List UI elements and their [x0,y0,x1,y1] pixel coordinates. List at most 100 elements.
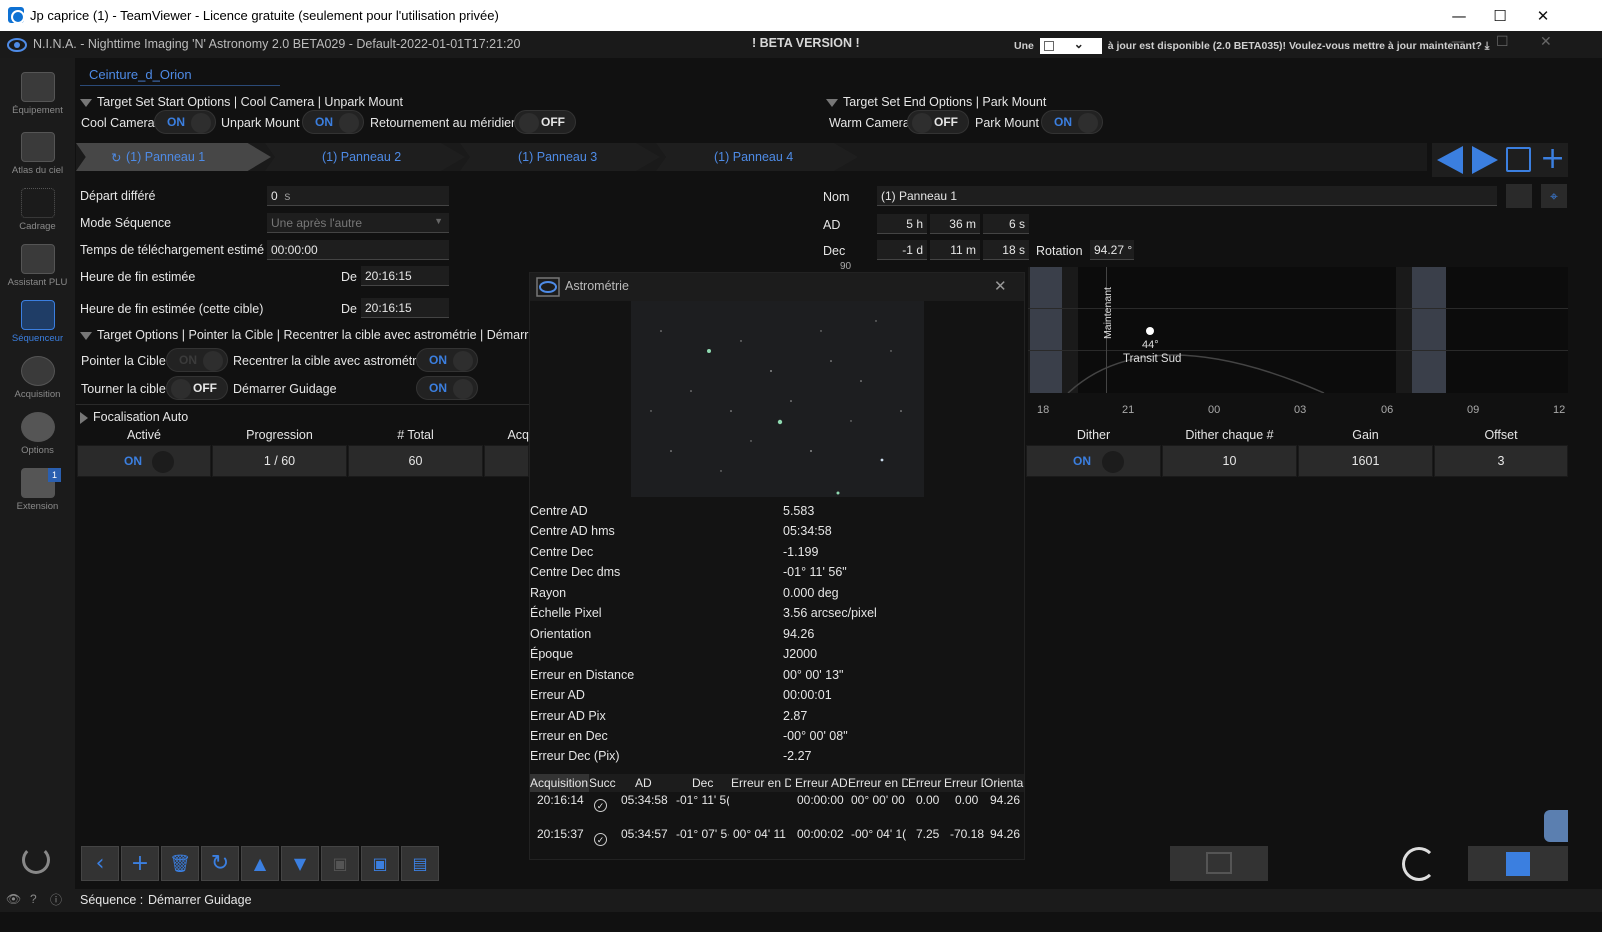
next-target-icon[interactable] [1472,146,1498,174]
park-mount-label: Park Mount [975,116,1039,130]
dec-degrees[interactable]: -1 d [877,240,927,260]
sequence-mode-value: Une après l'autre [271,216,363,230]
nav-options-label: Options [21,445,54,456]
chart-x-axis: 18 21 00 03 06 09 12 [1028,404,1568,418]
row-offset-cell[interactable]: 3 [1434,445,1568,477]
nav-equipment[interactable]: Équipement [0,72,75,116]
nav-extension[interactable]: Extension 1 [0,468,75,512]
grid-col-orientation[interactable]: Orienta [984,776,1024,790]
framing-icon [20,188,55,218]
app-close-button[interactable]: ✕ [1540,34,1552,50]
move-down-icon[interactable]: ▼ [281,846,319,881]
row-acq-cell[interactable] [484,445,529,477]
row-total-cell[interactable]: 60 [348,445,483,477]
update-notice-left: Une [1014,39,1034,52]
center-toggle[interactable]: ON [416,348,478,372]
row-active-cell[interactable]: ON [77,445,211,477]
stop-sequence-button[interactable] [1468,846,1568,881]
rotate-toggle[interactable]: OFF [166,376,228,400]
result-key: Échelle Pixel [530,606,602,620]
previous-target-icon[interactable] [1437,146,1463,174]
reset-icon[interactable]: ↻ [201,846,239,881]
row-dither-every-cell[interactable]: 10 [1162,445,1297,477]
dec-minutes[interactable]: 11 m [930,240,980,260]
nav-flat-wizard-label: Assistant PLU [7,277,68,288]
panel-tab-4[interactable]: (1) Panneau 4 [656,143,858,171]
grid-col-success[interactable]: Succ [589,776,616,790]
ra-hours[interactable]: 5 h [877,214,927,234]
update-notice[interactable]: Une ⌄ à jour est disponible (2.0 BETA035… [1014,37,1489,54]
start-options-header[interactable]: Target Set Start Options | Cool Camera |… [80,95,403,109]
app-maximize-button[interactable]: ☐ [1496,34,1509,50]
rotation-value: 94.27 [1094,243,1125,257]
save-target-icon[interactable] [1506,147,1531,172]
target-tab[interactable]: Ceinture_d_Orion [89,67,192,82]
expand-triangle-icon [80,411,88,424]
nav-framing[interactable]: Cadrage [0,188,75,232]
panel-tab-3[interactable]: (1) Panneau 3 [460,143,660,171]
unpark-mount-toggle-text: ON [315,115,333,129]
location-pin-icon[interactable]: ⌖ [1541,184,1567,208]
nav-imaging[interactable]: Acquisition [0,356,75,400]
grid-col-dec[interactable]: Dec [692,776,713,790]
teamviewer-overlay-icon[interactable]: ⌄ [1039,37,1102,54]
dec-seconds[interactable]: 18 s [983,240,1029,260]
dialog-close-button[interactable]: ✕ [994,277,1007,295]
nav-sky-atlas[interactable]: Atlas du ciel [0,132,75,176]
autofocus-header[interactable]: Focalisation Auto [80,410,188,424]
grid-col-dist-error[interactable]: Erreur en D [731,776,791,790]
add-button[interactable]: + [121,846,159,881]
nav-sequencer[interactable]: Séquenceur [0,300,75,344]
grid-col-ra-error[interactable]: Erreur AD [795,776,847,790]
delete-icon[interactable]: 🗑 [161,846,199,881]
history-row[interactable]: 20:15:37 ✓ 05:34:57 -01° 07' 5· 00° 04' … [530,827,1024,861]
save-as-icon[interactable]: ▣ [361,846,399,881]
warm-camera-toggle[interactable]: OFF [907,110,969,134]
save-icon[interactable]: ▣ [321,846,359,881]
ra-seconds[interactable]: 6 s [983,214,1029,234]
add-target-icon[interactable]: + [1540,141,1565,176]
target-name-input[interactable]: (1) Panneau 1 [877,186,1497,206]
nav-extension-label: Extension [16,501,59,512]
meridian-flip-toggle[interactable]: OFF [514,110,576,134]
grid-col-dec-error[interactable]: Erreur en D [848,776,908,790]
power-icon[interactable] [22,846,50,874]
slew-toggle[interactable]: ON [166,348,228,372]
window-maximize-button[interactable]: ☐ [1477,0,1523,31]
grid-col-ra-pix[interactable]: Erreur A [908,776,944,790]
guide-toggle[interactable]: ON [416,376,478,400]
rotation-input[interactable]: 94.27 ° [1090,240,1134,260]
target-search-icon[interactable] [1506,184,1532,208]
delay-label: Départ différé [80,189,156,203]
history-row[interactable]: 20:16:14 ✓ 05:34:58 -01° 11' 5( 00:00:00… [530,793,1024,827]
help-icon[interactable]: ? [30,892,37,906]
cool-camera-toggle[interactable]: ON [154,110,216,134]
download-time-input[interactable]: 00:00:00 [267,240,449,260]
panel-tab-2[interactable]: (1) Panneau 2 [265,143,465,171]
sequence-mode-select[interactable]: Une après l'autre ▼ [267,213,449,233]
info-icon[interactable]: ⓘ [50,891,62,908]
eye-icon[interactable]: 👁 [6,892,21,906]
grid-col-dec-pix[interactable]: Erreur D [944,776,984,790]
nav-options[interactable]: Options [0,412,75,456]
teamviewer-side-tab[interactable] [1544,810,1568,842]
app-minimize-button[interactable]: — [1451,34,1465,50]
window-minimize-button[interactable]: — [1436,0,1482,31]
window-close-button[interactable]: ✕ [1520,0,1566,31]
row-dither-cell[interactable]: ON [1026,445,1161,477]
target-options-header[interactable]: Target Options | Pointer la Cible | Rece… [80,328,529,342]
move-up-icon[interactable]: ▲ [241,846,279,881]
end-options-header[interactable]: Target Set End Options | Park Mount [826,95,1046,109]
delay-input[interactable]: 0 s [267,186,449,206]
panel-tab-1[interactable]: ↻ (1) Panneau 1 [76,143,271,171]
grid-col-acquisition[interactable]: Acquisition [530,776,588,790]
back-button[interactable]: ‹ [81,846,119,881]
ra-minutes[interactable]: 36 m [930,214,980,234]
row-gain-cell[interactable]: 1601 [1298,445,1433,477]
nav-flat-wizard[interactable]: Assistant PLU [0,244,75,288]
grid-col-ra[interactable]: AD [635,776,652,790]
edit-sequence-button[interactable] [1170,846,1268,881]
open-file-icon[interactable]: ▤ [401,846,439,881]
unpark-mount-toggle[interactable]: ON [302,110,364,134]
park-mount-toggle[interactable]: ON [1041,110,1103,134]
